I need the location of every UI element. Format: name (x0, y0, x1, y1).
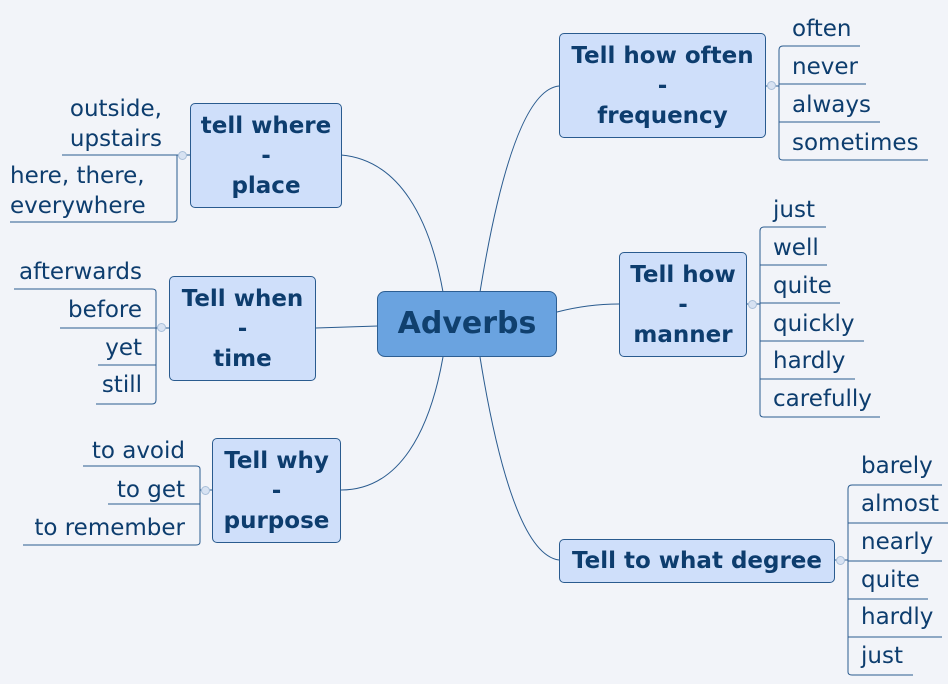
leaf-how-3[interactable]: quickly (773, 311, 855, 337)
topic-why-line: - (271, 477, 282, 504)
leaf-degree-0[interactable]: barely (861, 453, 933, 479)
leaf-how-5[interactable]: carefully (773, 386, 872, 412)
topic-when[interactable]: Tell when - time (169, 276, 316, 381)
collapse-knob-often[interactable] (767, 81, 776, 90)
leaf-when-1[interactable]: before (40, 297, 142, 323)
collapse-knob-how[interactable] (748, 300, 757, 309)
leaf-when-0[interactable]: afterwards (14, 259, 142, 285)
link-often (479, 85, 560, 293)
leaf-when-2[interactable]: yet (40, 335, 142, 361)
leaf-why-1[interactable]: to get (20, 477, 185, 503)
leaf-often-1[interactable]: never (792, 54, 858, 80)
topic-how[interactable]: Tell how - manner (619, 252, 747, 357)
collapse-knob-degree[interactable] (836, 556, 845, 565)
topic-how-line: - (678, 291, 688, 318)
leaf-why-2[interactable]: to remember (20, 515, 185, 541)
leaf-often-3[interactable]: sometimes (792, 130, 919, 156)
topic-why[interactable]: Tell why - purpose (212, 438, 341, 543)
leaf-often-0[interactable]: often (792, 16, 852, 42)
collapse-knob-where[interactable] (178, 151, 187, 160)
topic-why-line: purpose (223, 507, 330, 534)
leaf-degree-2[interactable]: nearly (861, 529, 933, 555)
topic-when-line: time (213, 345, 272, 372)
leaf-when-3[interactable]: still (40, 372, 142, 398)
topic-how-line: manner (633, 321, 733, 348)
topic-often-line: frequency (597, 102, 728, 129)
topic-when-line: Tell when (181, 285, 304, 312)
leaf-where-1[interactable]: here, there, everywhere (10, 161, 153, 221)
leaf-how-1[interactable]: well (773, 235, 819, 261)
topic-how-line: Tell how (630, 261, 736, 288)
leaf-degree-5[interactable]: just (861, 643, 903, 669)
link-where (340, 154, 444, 293)
topic-degree-line: Tell to what degree (571, 548, 823, 574)
link-why (340, 356, 444, 491)
link-when (315, 325, 379, 329)
topic-often-line: - (657, 72, 668, 99)
collapse-knob-when[interactable] (157, 323, 166, 332)
leaf-degree-4[interactable]: hardly (861, 604, 933, 630)
leaf-degree-3[interactable]: quite (861, 567, 920, 593)
topic-where-line: tell where (200, 112, 332, 139)
central-topic-label: Adverbs (397, 306, 537, 341)
leaf-how-4[interactable]: hardly (773, 348, 845, 374)
central-topic[interactable]: Adverbs (377, 291, 557, 357)
topic-when-line: - (237, 315, 248, 342)
collapse-knob-why[interactable] (201, 486, 210, 495)
topic-often[interactable]: Tell how often - frequency (559, 33, 766, 138)
leaf-degree-1[interactable]: almost (861, 491, 939, 517)
leaf-how-2[interactable]: quite (773, 273, 832, 299)
leaf-where-0[interactable]: outside, upstairs (62, 94, 162, 154)
leaf-why-0[interactable]: to avoid (20, 438, 185, 464)
topic-degree[interactable]: Tell to what degree (559, 539, 835, 583)
link-degree (479, 356, 560, 561)
topic-where-line: place (231, 172, 301, 199)
leaf-often-2[interactable]: always (792, 92, 871, 118)
topic-where-line: - (261, 142, 271, 169)
link-how (556, 303, 620, 313)
topic-where[interactable]: tell where - place (190, 103, 342, 208)
leaf-how-0[interactable]: just (773, 197, 815, 223)
topic-often-line: Tell how often (571, 42, 754, 69)
topic-why-line: Tell why (224, 447, 329, 474)
